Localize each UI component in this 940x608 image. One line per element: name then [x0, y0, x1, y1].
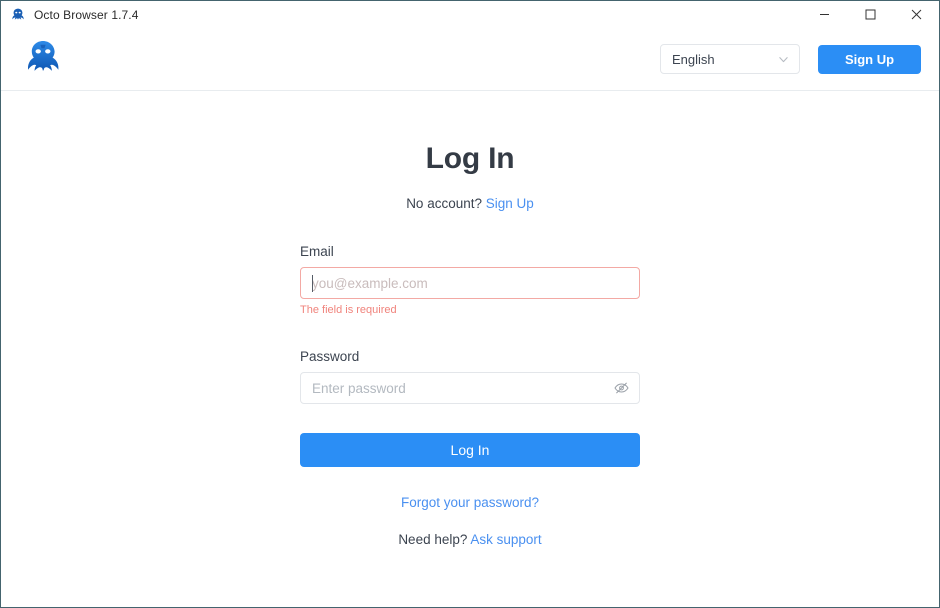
- octo-browser-logo: [21, 37, 65, 81]
- password-label: Password: [300, 349, 360, 364]
- email-input[interactable]: [301, 268, 639, 298]
- main-content: Log In No account? Sign Up Email The fie…: [1, 91, 939, 607]
- octopus-icon: [10, 7, 26, 23]
- language-select[interactable]: English: [660, 44, 800, 74]
- page-title: Log In: [425, 142, 515, 175]
- email-label: Email: [300, 244, 334, 259]
- login-form: Log In No account? Sign Up Email The fie…: [300, 91, 640, 607]
- window-title: Octo Browser 1.7.4: [34, 7, 139, 22]
- text-caret: [312, 275, 313, 292]
- header-actions: English Sign Up: [660, 44, 921, 74]
- email-field-block: Email The field is required: [300, 211, 640, 316]
- app-header: English Sign Up: [1, 28, 939, 91]
- login-submit-button[interactable]: Log In: [300, 433, 640, 467]
- minimize-button[interactable]: [801, 1, 847, 28]
- signup-link[interactable]: Sign Up: [486, 196, 534, 211]
- password-input[interactable]: [301, 373, 639, 403]
- password-field-block: Password: [300, 316, 640, 404]
- ask-support-link[interactable]: Ask support: [470, 532, 541, 547]
- support-row: Need help? Ask support: [300, 510, 640, 547]
- password-input-shell[interactable]: [300, 372, 640, 404]
- email-error-message: The field is required: [300, 304, 397, 316]
- title-bar-left: Octo Browser 1.7.4: [1, 7, 139, 23]
- support-row-text: Need help?: [398, 532, 468, 547]
- eye-off-icon[interactable]: [613, 380, 630, 397]
- email-input-shell[interactable]: [300, 267, 640, 299]
- signup-button[interactable]: Sign Up: [818, 44, 921, 74]
- language-select-value: English: [672, 51, 715, 67]
- chevron-down-icon: [778, 54, 789, 65]
- signup-prompt: No account? Sign Up: [300, 176, 640, 211]
- app-window: Octo Browser 1.7.4 English Sign Up Log I…: [0, 0, 940, 608]
- close-button[interactable]: [893, 1, 939, 28]
- forgot-password-row: Forgot your password?: [300, 467, 640, 510]
- maximize-button[interactable]: [847, 1, 893, 28]
- window-controls: [801, 1, 939, 28]
- signup-prompt-text: No account?: [406, 196, 482, 211]
- title-bar: Octo Browser 1.7.4: [1, 1, 939, 28]
- forgot-password-link[interactable]: Forgot your password?: [401, 495, 539, 510]
